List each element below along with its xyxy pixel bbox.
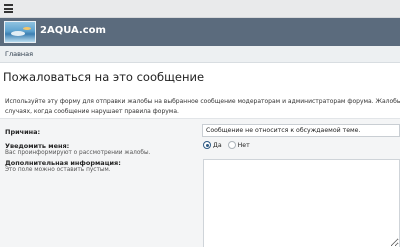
additional-info-hint: Это поле можно оставить пустым. bbox=[5, 167, 111, 173]
reason-input[interactable] bbox=[202, 124, 400, 137]
site-header: 2AQUA.com bbox=[0, 18, 400, 46]
intro-line-1: Используйте эту форму для отправки жалоб… bbox=[5, 98, 400, 105]
notify-no-label[interactable]: Нет bbox=[238, 142, 250, 149]
breadcrumb-home-link[interactable]: Главная bbox=[5, 50, 33, 58]
intro-text: Используйте эту форму для отправки жалоб… bbox=[5, 97, 400, 117]
additional-info-textarea[interactable] bbox=[203, 159, 400, 247]
site-name[interactable]: 2AQUA.com bbox=[40, 25, 106, 36]
reason-label: Причина: bbox=[5, 128, 41, 136]
aquarium-logo-image[interactable] bbox=[4, 21, 36, 43]
report-form: Причина: Уведомить меня: Вас проинформир… bbox=[0, 118, 400, 247]
additional-info-label: Дополнительная информация: bbox=[5, 159, 121, 167]
notify-radio-group: Да Нет bbox=[203, 140, 256, 150]
notify-yes-radio[interactable] bbox=[203, 141, 211, 149]
notify-yes-label[interactable]: Да bbox=[213, 142, 222, 149]
breadcrumb: Главная bbox=[0, 46, 400, 63]
hamburger-menu-icon[interactable] bbox=[4, 4, 13, 13]
notify-hint: Вас проинформируют о рассмотрении жалобы… bbox=[5, 150, 151, 156]
notify-no-radio[interactable] bbox=[227, 141, 236, 149]
intro-line-2: случаях, когда сообщение нарушает правил… bbox=[5, 108, 179, 115]
page-title: Пожаловаться на это сообщение bbox=[3, 70, 205, 84]
top-bar bbox=[0, 0, 400, 18]
notify-label: Уведомить меня: bbox=[5, 142, 70, 150]
